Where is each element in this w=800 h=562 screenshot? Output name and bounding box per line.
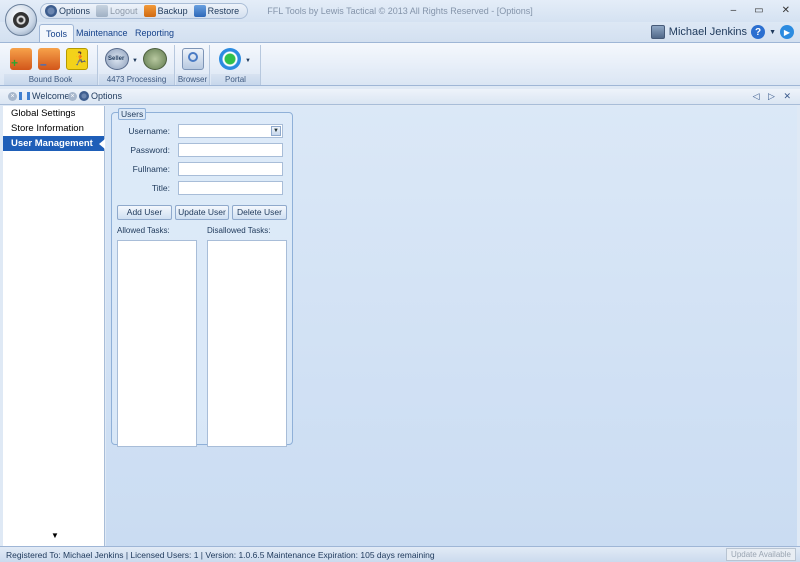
- globe-check-icon[interactable]: [143, 48, 167, 70]
- options-nav: Global Settings Store Information User M…: [3, 106, 105, 546]
- maximize-button[interactable]: ▭: [754, 5, 763, 16]
- ribbon-group-4473: Seller ▼ 4473 Processing: [99, 45, 175, 85]
- ribbon-group-browser: Browser: [176, 45, 210, 85]
- add-user-button[interactable]: Add User: [117, 205, 172, 220]
- close-button[interactable]: ✕: [782, 5, 790, 16]
- allowed-tasks-list[interactable]: [117, 240, 197, 447]
- browser-search-icon[interactable]: [182, 48, 204, 70]
- portal-icon[interactable]: [219, 48, 241, 70]
- target-logo-icon: [13, 12, 29, 28]
- title-field[interactable]: [178, 181, 283, 195]
- user-icon: [650, 25, 665, 39]
- book-add-icon[interactable]: +: [10, 48, 32, 70]
- group-label-portal: Portal: [211, 74, 260, 85]
- title-bar: Options Logout Backup Restore FFL Tools …: [0, 0, 800, 22]
- update-user-button[interactable]: Update User: [175, 205, 229, 220]
- doctab-options[interactable]: × Options: [68, 91, 122, 101]
- tab-tools[interactable]: Tools: [39, 24, 75, 42]
- group-label-browser: Browser: [176, 74, 209, 85]
- portal-dropdown-icon[interactable]: ▼: [245, 58, 251, 64]
- fullname-field[interactable]: [178, 162, 283, 176]
- nav-user-management[interactable]: User Management: [3, 136, 105, 151]
- password-row: Password:: [112, 143, 294, 157]
- seller-dropdown-icon[interactable]: ▼: [132, 58, 138, 64]
- users-groupbox: Users Username: ▼ Password: Fullname: Ti…: [111, 108, 294, 447]
- nav-more-icon[interactable]: ▼: [51, 531, 59, 540]
- close-tab-icon[interactable]: ×: [8, 91, 17, 101]
- forward-icon[interactable]: ▶: [780, 25, 794, 39]
- fullname-label: Fullname:: [132, 164, 170, 174]
- book-remove-icon[interactable]: –: [38, 48, 60, 71]
- allowed-tasks-label: Allowed Tasks:: [117, 226, 170, 235]
- ribbon-group-portal: ▼ Portal: [211, 45, 261, 85]
- exit-runner-icon[interactable]: 🏃: [66, 48, 88, 70]
- user-name[interactable]: Michael Jenkins: [669, 26, 747, 38]
- seller-icon[interactable]: Seller: [105, 48, 129, 70]
- group-label-bound-book: Bound Book: [4, 74, 97, 85]
- update-available-button[interactable]: Update Available: [726, 548, 796, 561]
- document-tabs: × Welcome × Options ◁ ▷ ✕: [0, 89, 800, 105]
- window-title: FFL Tools by Lewis Tactical © 2013 All R…: [267, 6, 533, 16]
- group-label-4473: 4473 Processing: [99, 74, 174, 85]
- disallowed-tasks-label: Disallowed Tasks:: [207, 226, 271, 235]
- docbar-controls[interactable]: ◁ ▷ ✕: [753, 91, 794, 102]
- nav-global-settings[interactable]: Global Settings: [3, 106, 104, 121]
- username-label: Username:: [128, 126, 170, 136]
- username-row: Username: ▼: [112, 124, 294, 138]
- fullname-row: Fullname:: [112, 162, 294, 176]
- network-icon: [19, 92, 30, 100]
- help-icon[interactable]: ?: [751, 25, 766, 39]
- username-select[interactable]: ▼: [178, 124, 283, 138]
- ribbon-group-bound-book: + – 🏃 Bound Book: [4, 45, 98, 85]
- delete-user-button[interactable]: Delete User: [232, 205, 287, 220]
- window-controls: – ▭ ✕: [731, 5, 790, 16]
- close-tab-icon[interactable]: ×: [68, 91, 77, 101]
- user-area: Michael Jenkins ? ▼ ▶: [650, 25, 794, 39]
- status-text: Registered To: Michael Jenkins | License…: [6, 550, 435, 560]
- tab-reporting[interactable]: Reporting: [129, 26, 180, 40]
- disallowed-tasks-list[interactable]: [207, 240, 287, 447]
- ribbon: + – 🏃 Bound Book Seller ▼ 4473 Processin…: [0, 42, 800, 86]
- status-bar: Registered To: Michael Jenkins | License…: [0, 546, 800, 562]
- title-label: Title:: [151, 183, 170, 193]
- minimize-button[interactable]: –: [731, 5, 737, 16]
- nav-store-information[interactable]: Store Information: [3, 121, 104, 136]
- chevron-down-icon[interactable]: ▼: [271, 126, 281, 136]
- password-field[interactable]: [178, 143, 283, 157]
- title-row: Title:: [112, 181, 294, 195]
- help-dropdown-icon[interactable]: ▼: [769, 29, 776, 36]
- users-legend: Users: [118, 108, 147, 120]
- password-label: Password:: [130, 145, 170, 155]
- main-panel: Users Username: ▼ Password: Fullname: Ti…: [106, 106, 797, 546]
- doctab-welcome[interactable]: × Welcome: [8, 91, 69, 101]
- gear-icon: [79, 91, 89, 101]
- application-menu-button[interactable]: [5, 4, 37, 36]
- ribbon-tabs: Tools Maintenance Reporting Michael Jenk…: [0, 22, 800, 42]
- tab-maintenance[interactable]: Maintenance: [70, 26, 134, 40]
